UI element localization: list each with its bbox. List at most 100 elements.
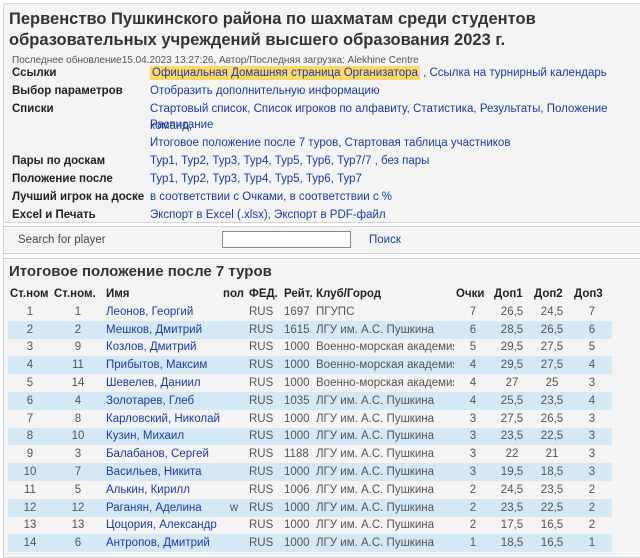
player-name-link[interactable]: Шевелев, Даниил [104, 374, 221, 392]
table-cell: 3 [588, 448, 596, 461]
page-title: Первенство Пушкинского района по шахмата… [9, 10, 536, 49]
column-header[interactable]: Очки [454, 285, 492, 303]
table-cell: 3 [588, 377, 596, 390]
player-name-link[interactable]: Раганян, Аделина [104, 498, 221, 517]
player-name-link[interactable]: Козлов, Дмитрий [104, 339, 221, 357]
table-row: 8 10 Кузин, Михаил RUS 1000 ЛГУ им. А.С. Пушк… [8, 427, 612, 446]
column-header[interactable]: Клуб/Город [314, 285, 454, 303]
table-row: 9 3 Балабанов, Сергей RUS 1188 ЛГУ им. А.С. П… [8, 445, 612, 463]
table-cell [221, 391, 247, 410]
table-cell: RUS [247, 391, 282, 410]
table-cell: ЛГУ им. А.С. Пушкина [314, 498, 454, 517]
player-name-link[interactable]: Кузин, Михаил [104, 427, 221, 446]
column-header[interactable]: Рейт. [282, 285, 314, 303]
table-cell: 1697 [284, 305, 310, 318]
column-header[interactable]: Ст.ном. [52, 285, 104, 303]
table-cell: 24,5 [500, 483, 524, 496]
player-name-link[interactable]: Мешков, Дмитрий [104, 320, 221, 339]
table-cell: 2 [469, 519, 477, 532]
table-cell: 2 [588, 519, 596, 532]
table-cell: ПГУПС [316, 305, 355, 318]
table-cell: 3 [469, 412, 477, 425]
info-label: Excel и Печать [12, 209, 96, 221]
info-label: Ссылки [12, 67, 57, 79]
table-cell [221, 410, 247, 428]
table-cell: 1000 [282, 427, 314, 446]
table-cell: Военно-морская академия [316, 377, 454, 390]
table-cell [221, 517, 247, 535]
table-cell: 23,5 [540, 483, 564, 496]
column-header[interactable]: пол [221, 285, 247, 303]
search-button[interactable]: Поиск [369, 234, 401, 246]
info-links: Тур1, Тур2, Тур3, Тур4, Тур5, Тур6, Тур7… [150, 153, 640, 170]
table-cell: 4 [572, 356, 612, 375]
info-link[interactable]: Тур1, Тур2, Тур3, Тур4, Тур5, Тур6, Тур7 [150, 173, 362, 185]
table-cell: RUS [249, 341, 274, 354]
table-cell: 13 [71, 519, 85, 532]
table-cell: RUS [247, 498, 282, 517]
player-name-link[interactable]: Цоцория, Александр [104, 517, 221, 535]
table-cell: 14 [71, 377, 85, 390]
info-link[interactable]: Итоговое положение после 7 туров, Старто… [150, 137, 510, 149]
final-standings-panel: Итоговое положение после 7 туров Ст.ном С… [3, 258, 640, 558]
table-cell: 3 [572, 463, 612, 481]
table-row: 14 6 Антропов, Дмитрий RUS 1000 ЛГУ им. А.С. … [8, 534, 612, 553]
table-cell: 25 [545, 377, 559, 390]
info-link[interactable]: Тур1, Тур2, Тур3, Тур4, Тур5, Тур6, Тур7… [150, 155, 429, 167]
info-link[interactable]: Расписание [150, 119, 213, 131]
info-link[interactable]: Отобразить дополнительную информацию [150, 85, 380, 97]
table-cell: ЛГУ им. А.С. Пушкина [314, 427, 454, 446]
column-header[interactable]: Доп3 [572, 285, 612, 303]
table-cell: RUS [249, 448, 274, 461]
info-label: Списки [12, 103, 54, 115]
table-cell: 3 [26, 341, 34, 354]
player-name-link[interactable]: Васильев, Никита [104, 463, 221, 481]
table-cell: 7 [469, 305, 477, 318]
table-cell: RUS [247, 534, 282, 553]
column-header[interactable]: ФЕД. [247, 285, 282, 303]
player-name-link[interactable]: Антропов, Дмитрий [104, 534, 221, 553]
table-cell: 12 [8, 498, 52, 517]
table-cell: 4 [8, 356, 52, 375]
player-name-link[interactable]: Прибытов, Максим [104, 356, 221, 375]
table-row: 7 8 Карловский, Николай RUS 1000 ЛГУ им. А.С.… [8, 410, 612, 428]
info-link[interactable]: Экспорт в Excel (.xlsx), Экспорт в PDF-ф… [150, 209, 386, 221]
info-links: Отобразить дополнительную информацию [150, 83, 640, 100]
column-header[interactable]: Доп2 [532, 285, 572, 303]
table-cell: ЛГУ им. А.С. Пушкина [314, 391, 454, 410]
column-header[interactable]: Имя [104, 285, 221, 303]
table-cell [221, 481, 247, 499]
table-cell: 6 [8, 391, 52, 410]
table-cell: 18,5 [532, 463, 572, 481]
table-cell: 1 [572, 534, 612, 553]
table-cell [221, 339, 247, 357]
info-links: Итоговое положение после 7 туров, Старто… [150, 135, 640, 152]
info-link[interactable]: , Ссылка на турнирный календарь [420, 67, 607, 79]
player-name-link[interactable]: Золотарев, Глеб [104, 391, 221, 410]
table-cell: 29,5 [500, 341, 524, 354]
info-link[interactable]: в соответствии с Очками, в соответствии … [150, 191, 392, 203]
player-name-link[interactable]: Карловский, Николай [104, 410, 221, 428]
search-input[interactable] [222, 231, 351, 248]
table-row: 1 1 Леонов, Георгий RUS 1697 ПГУПС 7 26,5 24,5 7 [8, 303, 612, 321]
player-name-link[interactable]: Леонов, Георгий [104, 303, 221, 321]
player-name-link[interactable]: Балабанов, Сергей [104, 445, 221, 463]
table-cell: 26,5 [500, 305, 524, 318]
column-header[interactable]: Доп1 [492, 285, 532, 303]
table-cell [221, 463, 247, 481]
info-label: Положение после [12, 173, 113, 185]
table-cell: 26,5 [540, 412, 564, 425]
table-cell: 1000 [282, 498, 314, 517]
table-cell: 21 [545, 448, 559, 461]
table-cell: 4 [572, 391, 612, 410]
info-link[interactable]: Официальная Домашняя страница Организато… [150, 66, 420, 80]
player-name-link[interactable]: Алькин, Кирилл [104, 481, 221, 499]
table-cell: ЛГУ им. А.С. Пушкина [316, 483, 434, 496]
table-cell: 1000 [282, 356, 314, 375]
table-cell: RUS [247, 356, 282, 375]
table-cell: 6 [454, 320, 492, 339]
column-header[interactable]: Ст.ном [8, 285, 52, 303]
table-cell: 27,5 [500, 412, 524, 425]
table-cell: 22,5 [532, 427, 572, 446]
table-cell: 1188 [284, 448, 309, 461]
